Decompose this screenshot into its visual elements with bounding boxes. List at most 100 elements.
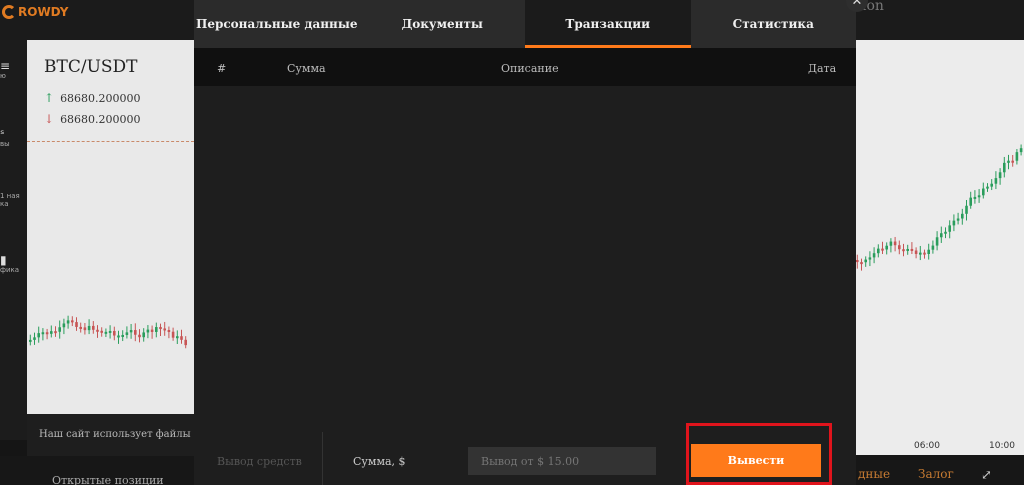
- candle-body: [138, 334, 141, 338]
- candle-body: [125, 332, 129, 335]
- candle-body: [142, 332, 145, 338]
- account-modal: Персональные данные Документы Транзакции…: [194, 0, 868, 485]
- candle-body: [41, 332, 45, 335]
- close-icon: ✕: [851, 0, 863, 9]
- candle-body: [176, 336, 179, 339]
- candle-body: [96, 329, 99, 332]
- candle-body: [104, 331, 108, 334]
- candle-body: [864, 259, 867, 263]
- candle-body: [45, 332, 49, 335]
- collateral-label: Залог: [918, 467, 954, 481]
- candle-body: [994, 178, 998, 184]
- candle-body: [868, 257, 872, 260]
- right-chart[interactable]: 06:00 10:00: [856, 40, 1024, 455]
- candle-body: [117, 335, 120, 338]
- candle-body: [877, 248, 880, 254]
- candle-body: [1011, 160, 1014, 163]
- candle-body: [931, 245, 935, 250]
- candle-body: [998, 172, 1002, 179]
- logo[interactable]: ROWDY: [2, 3, 68, 21]
- candle-body: [1015, 152, 1019, 161]
- amount-input[interactable]: [468, 447, 656, 475]
- candle-body: [75, 322, 78, 327]
- candle-body: [872, 253, 876, 258]
- candle-body: [180, 336, 183, 340]
- tab-documents[interactable]: Документы: [360, 0, 526, 48]
- table-header: # Сумма Описание Дата: [194, 48, 856, 86]
- chart-icon: ▮: [0, 253, 7, 267]
- candle-body: [33, 337, 36, 340]
- candle-body: [856, 260, 859, 263]
- nav-item-label: 1 ная ка: [0, 192, 20, 208]
- candle-body: [167, 330, 171, 333]
- col-number: #: [217, 62, 227, 75]
- logo-text: ROWDY: [18, 5, 69, 19]
- candle-body: [1007, 160, 1010, 163]
- candle-body: [860, 262, 863, 265]
- candle-body: [914, 250, 918, 254]
- left-nav: ≡ ю ˢ вы 1 ная ка ▮ фика: [0, 40, 27, 440]
- candle-body: [79, 326, 82, 329]
- candle-body: [121, 334, 124, 337]
- candle-body: [982, 188, 985, 196]
- candle-body: [885, 245, 888, 250]
- candle-body: [881, 248, 884, 251]
- candle-body: [956, 218, 960, 221]
- open-positions-tab[interactable]: Открытые позиции: [0, 456, 194, 485]
- app-root: ROWDY ion ≡ ю ˢ вы 1 ная ка ▮ фика BTC/U…: [0, 0, 1024, 485]
- withdraw-label: Вывод средств: [217, 455, 302, 468]
- menu-icon: ≡: [0, 59, 11, 73]
- cookie-notice: Наш сайт использует файлы cook: [27, 414, 194, 456]
- nav-item-label: вы: [0, 140, 10, 148]
- candle-body: [990, 183, 993, 187]
- time-label: 10:00: [989, 441, 1015, 451]
- info-icon: ˢ: [0, 127, 5, 141]
- candle-body: [902, 249, 905, 252]
- nav-item-info[interactable]: ˢ вы: [0, 128, 27, 148]
- candle-body: [171, 331, 175, 338]
- candle-body: [146, 329, 150, 333]
- candle-body: [935, 237, 939, 246]
- nav-item-number[interactable]: 1 ная ка: [0, 192, 27, 208]
- nav-item-label: фика: [0, 266, 20, 274]
- candle-body: [906, 248, 909, 251]
- candle-body: [134, 330, 137, 335]
- candle-body: [87, 325, 91, 331]
- amount-label: Сумма, $: [353, 455, 406, 468]
- candle-body: [54, 331, 57, 334]
- candle-body: [1003, 162, 1006, 173]
- candle-body: [108, 330, 112, 333]
- candle-body: [83, 327, 87, 331]
- candle-body: [92, 325, 95, 330]
- modal-tabs: Персональные данные Документы Транзакции…: [194, 0, 856, 48]
- nav-item-menu[interactable]: ≡ ю: [0, 60, 27, 80]
- candles-right: [856, 144, 1023, 271]
- candle-body: [893, 241, 897, 246]
- candle-body: [969, 197, 972, 206]
- candle-body: [37, 333, 40, 338]
- tab-personal-data[interactable]: Персональные данные: [194, 0, 360, 48]
- right-bottom-bar: дные Залог ⤢: [856, 455, 1024, 485]
- expand-icon[interactable]: ⤢: [981, 468, 992, 483]
- candle-body: [58, 327, 61, 332]
- candle-body: [1019, 148, 1023, 153]
- tab-statistics[interactable]: Статистика: [691, 0, 857, 48]
- col-amount: Сумма: [287, 62, 326, 75]
- candle-body: [986, 186, 989, 189]
- candle-body: [948, 225, 951, 232]
- withdraw-button[interactable]: Вывести: [691, 444, 821, 477]
- candle-body: [961, 213, 964, 219]
- chart-panel[interactable]: BTC/USDT ↑ 68680.200000 ↓ 68680.200000: [27, 40, 194, 414]
- candle-body: [100, 330, 103, 333]
- candle-body: [919, 252, 922, 255]
- time-label: 06:00: [914, 441, 940, 451]
- candle-body: [129, 330, 133, 333]
- col-description: Описание: [501, 62, 559, 75]
- candle-body: [150, 329, 154, 332]
- candle-body: [973, 196, 977, 199]
- tab-transactions[interactable]: Транзакции: [525, 0, 691, 48]
- nav-item-chart[interactable]: ▮ фика: [0, 254, 27, 274]
- candle-body: [29, 339, 32, 342]
- candle-body: [910, 248, 914, 251]
- candle-body: [50, 331, 53, 334]
